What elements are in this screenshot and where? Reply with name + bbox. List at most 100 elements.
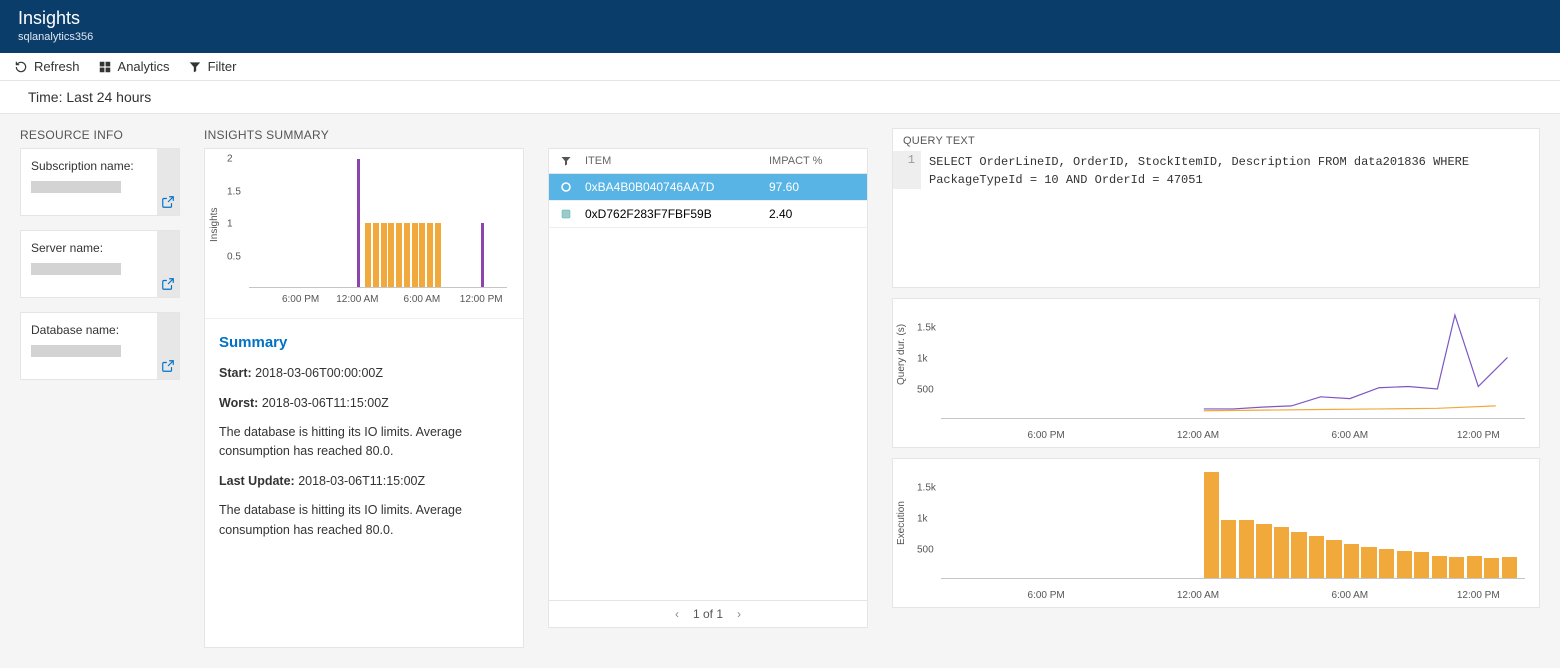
chart-x-tick: 12:00 PM [1457,430,1500,441]
page-subtitle: sqlanalytics356 [18,31,1542,43]
summary-body-text-2: The database is hitting its IO limits. A… [219,501,509,540]
item-table-body: 0xBA4B0B040746AA7D97.600xD762F283F7FBF59… [549,174,867,600]
item-table-panel: ITEM IMPACT % 0xBA4B0B040746AA7D97.600xD… [548,148,868,628]
chart-bar [1344,544,1359,578]
refresh-button[interactable]: Refresh [14,59,80,74]
chart-x-tick: 12:00 AM [1177,590,1219,601]
chart-x-tick: 6:00 AM [1331,590,1368,601]
insights-summary-header: INSIGHTS SUMMARY [204,128,524,142]
row-impact: 2.40 [769,207,859,221]
chart-bar [1256,524,1271,579]
item-table-filter-button[interactable] [557,155,575,167]
main-content: RESOURCE INFO Subscription name: Server n… [0,114,1560,668]
page-header: Insights sqlanalytics356 [0,0,1560,53]
filter-icon [560,155,572,167]
query-text-content: SELECT OrderLineID, OrderID, StockItemID… [921,151,1531,189]
summary-body-text-1: The database is hitting its IO limits. A… [219,423,509,462]
open-external-button[interactable] [157,149,179,215]
table-row[interactable]: 0xBA4B0B040746AA7D97.60 [549,174,867,201]
summary-worst-label: Worst: [219,396,258,410]
filter-icon [188,60,202,74]
chart-bar [1361,547,1376,578]
item-column-header[interactable]: ITEM [575,155,769,167]
resource-card: Server name: [20,230,180,298]
chart-bar [1204,472,1219,578]
summary-start-value: 2018-03-06T00:00:00Z [255,366,383,380]
chart-y-tick: 500 [917,384,934,395]
refresh-icon [14,60,28,74]
query-duration-chart[interactable]: Query dur. (s) 5001k1.5k6:00 PM12:00 AM6… [892,298,1540,448]
summary-worst-value: 2018-03-06T11:15:00Z [262,396,389,410]
chart-y-tick: 1k [917,353,928,364]
chart-bar [1379,549,1394,578]
summary-start-label: Start: [219,366,252,380]
chart-x-tick: 12:00 PM [460,294,503,305]
chart-bar [419,223,425,287]
chart-bar [388,223,394,287]
toolbar: Refresh Analytics Filter [0,53,1560,81]
execution-chart[interactable]: Execution 5001k1.5k6:00 PM12:00 AM6:00 A… [892,458,1540,608]
row-status-icon [557,181,575,193]
open-external-icon [161,359,175,373]
chart-y-tick: 1 [227,219,233,230]
row-impact: 97.60 [769,180,859,194]
insights-summary-card: Insights 6:00 PM12:00 AM6:00 AM12:00 PM … [204,148,524,648]
row-item: 0xBA4B0B040746AA7D [575,180,769,194]
chart-y-tick: 1.5k [917,322,936,333]
query-text-header: QUERY TEXT [893,129,1539,151]
row-item: 0xD762F283F7FBF59B [575,207,769,221]
refresh-label: Refresh [34,59,80,74]
resource-card: Subscription name: [20,148,180,216]
filter-button[interactable]: Filter [188,59,237,74]
summary-last-update-value: 2018-03-06T11:15:00Z [298,474,425,488]
open-external-button[interactable] [157,313,179,379]
chart-ylabel-execution: Execution [896,501,907,545]
column-item-table: . ITEM IMPACT % 0xBA4B0B040746AA7D97.600… [548,128,868,628]
time-range-label: Time: Last 24 hours [28,89,151,105]
chart-y-tick: 1.5 [227,186,241,197]
time-range-row[interactable]: Time: Last 24 hours [0,81,1560,114]
analytics-label: Analytics [118,59,170,74]
query-code[interactable]: 1 SELECT OrderLineID, OrderID, StockItem… [893,151,1539,195]
chart-bar [1309,536,1324,578]
resource-card-label: Server name: [31,241,143,255]
open-external-button[interactable] [157,231,179,297]
column-resource-info: RESOURCE INFO Subscription name: Server n… [20,128,180,394]
mini-chart-ylabel: Insights [209,207,220,241]
chart-bar [481,223,484,287]
pager-next-button[interactable]: › [737,607,741,621]
impact-column-header[interactable]: IMPACT % [769,155,859,167]
chart-line-series [1204,315,1508,409]
chart-bar [1467,556,1482,578]
pager-prev-button[interactable]: ‹ [675,607,679,621]
chart-bar [396,223,402,287]
chart-bar [1432,556,1447,578]
summary-title: Summary [219,331,509,354]
page-title: Insights [18,8,1542,29]
chart-x-tick: 6:00 PM [1027,430,1064,441]
chart-bar [1221,520,1236,578]
chart-y-tick: 500 [917,544,934,555]
column-insights-summary: INSIGHTS SUMMARY Insights 6:00 PM12:00 A… [204,128,524,648]
chart-bar [435,223,441,287]
chart-bar [1484,558,1499,578]
item-table-head: ITEM IMPACT % [549,149,867,174]
chart-bar [1326,540,1341,578]
insights-mini-chart[interactable]: Insights 6:00 PM12:00 AM6:00 AM12:00 PM … [205,149,523,319]
query-line-number: 1 [893,151,921,189]
chart-bar [412,223,418,287]
analytics-button[interactable]: Analytics [98,59,170,74]
chart-bar [1502,557,1517,578]
table-row[interactable]: 0xD762F283F7FBF59B2.40 [549,201,867,228]
resource-info-header: RESOURCE INFO [20,128,180,142]
insights-summary-body: Summary Start: 2018-03-06T00:00:00Z Wors… [205,319,523,566]
chart-y-tick: 2 [227,154,233,165]
chart-bar [381,223,387,287]
filter-label: Filter [208,59,237,74]
redacted-value [31,345,121,357]
chart-bar [1239,520,1254,578]
chart-x-tick: 6:00 PM [282,294,319,305]
query-text-panel: QUERY TEXT 1 SELECT OrderLineID, OrderID… [892,128,1540,288]
chart-bar [1397,551,1412,578]
resource-card: Database name: [20,312,180,380]
